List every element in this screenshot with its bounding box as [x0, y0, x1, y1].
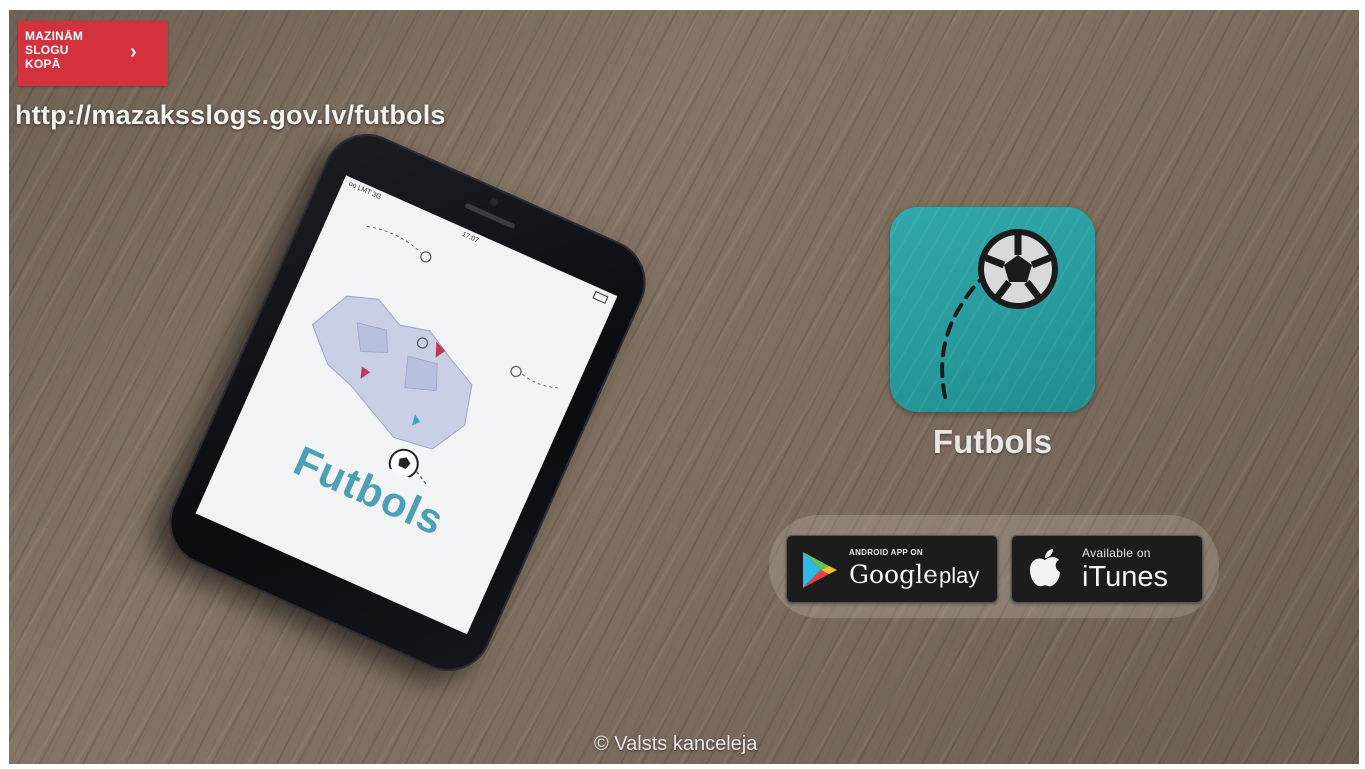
itunes-button[interactable]: Available on iTunes [1011, 535, 1203, 603]
apple-icon [1030, 549, 1060, 587]
status-time: 17:07 [460, 230, 480, 245]
itunes-small-label: Available on [1082, 546, 1151, 560]
app-icon[interactable] [890, 207, 1095, 412]
copyright-footer: © Valsts kanceleja [594, 733, 758, 755]
google-play-small-label: ANDROID APP ON [849, 548, 923, 557]
badge-line-1: MAZINĀM [25, 29, 84, 43]
google-play-button[interactable]: ANDROID APP ON Google play [786, 535, 998, 603]
chevron-right-icon: › [130, 41, 137, 63]
app-name: Futbols [932, 423, 1053, 460]
soccer-ball-icon [940, 229, 1058, 399]
video-frame: MAZINĀM SLOGU KOPĀ › http://mazaksslogs.… [9, 10, 1359, 764]
google-play-icon [803, 552, 837, 588]
play-label: play [939, 563, 980, 588]
badge-line-3: KOPĀ [25, 57, 61, 71]
smartphone: oo LMT 3G 17:07 Futbols [155, 119, 660, 686]
badge-line-2: SLOGU [25, 43, 69, 57]
website-url[interactable]: http://mazaksslogs.gov.lv/futbols [15, 100, 446, 131]
status-carrier: oo LMT 3G [347, 180, 383, 202]
battery-icon [592, 290, 609, 304]
speaker-grille [464, 202, 516, 230]
phone-screen: oo LMT 3G 17:07 Futbols [195, 175, 618, 635]
map-ball-icon-3 [510, 365, 522, 378]
camera-icon [488, 196, 500, 208]
brand-badge[interactable]: MAZINĀM SLOGU KOPĀ › [18, 21, 168, 86]
google-label: Google [849, 560, 938, 589]
itunes-label: iTunes [1082, 561, 1168, 593]
